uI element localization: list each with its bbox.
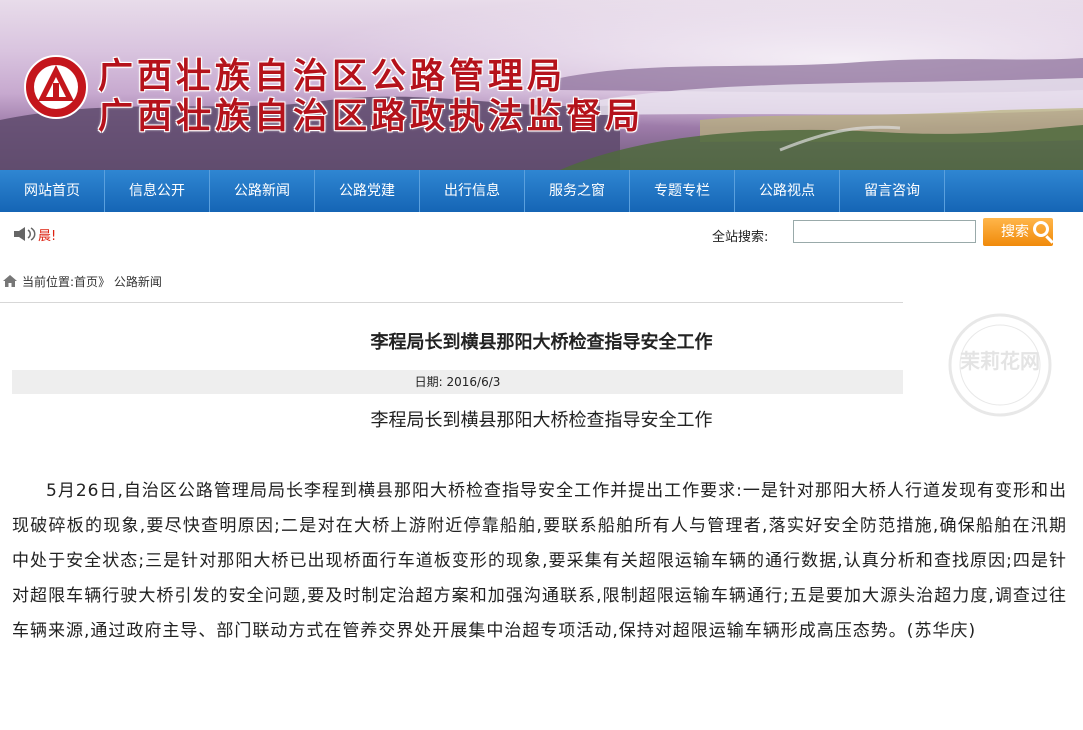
date-label: 日期: — [414, 375, 443, 389]
breadcrumb-prefix: 当前位置: — [22, 275, 75, 289]
search-label: 全站搜索: — [712, 230, 769, 245]
article-date-bar: 日期: 2016/6/3 — [12, 370, 903, 394]
breadcrumb-section-link[interactable]: 公路新闻 — [114, 275, 162, 289]
search-button-label: 搜索 — [1001, 224, 1029, 240]
toolbar: 晨! 全站搜索: 搜索 — [0, 212, 1083, 254]
breadcrumb-separator: 》 — [98, 275, 111, 289]
nav-item-party-building[interactable]: 公路党建 — [315, 170, 420, 212]
article-body: 5月26日,自治区公路管理局局长李程到横县那阳大桥检查指导安全工作并提出工作要求… — [12, 481, 1067, 641]
article-title: 李程局长到横县那阳大桥检查指导安全工作 — [370, 332, 713, 353]
nav-item-service-window[interactable]: 服务之窗 — [525, 170, 630, 212]
nav-item-special-topics[interactable]: 专题专栏 — [630, 170, 735, 212]
search-button[interactable]: 搜索 — [983, 218, 1053, 246]
nav-item-highway-viewpoint[interactable]: 公路视点 — [735, 170, 840, 212]
breadcrumb: 当前位置:首页》 公路新闻 — [0, 254, 1083, 302]
nav-item-home[interactable]: 网站首页 — [0, 170, 105, 212]
main-nav: 网站首页 信息公开 公路新闻 公路党建 出行信息 服务之窗 专题专栏 公路视点 … — [0, 170, 1083, 212]
breadcrumb-home-link[interactable]: 首页 — [74, 275, 98, 289]
nav-item-info-disclosure[interactable]: 信息公开 — [105, 170, 210, 212]
highway-emblem-icon — [24, 55, 88, 119]
header-banner: 广西壮族自治区公路管理局 广西壮族自治区路政执法监督局 — [0, 0, 1083, 170]
search-icon — [1033, 221, 1049, 237]
watermark-logo: 茉莉花网 — [948, 313, 1052, 417]
search-input[interactable] — [793, 220, 976, 243]
article-subtitle: 李程局长到横县那阳大桥检查指导安全工作 — [370, 410, 713, 431]
site-title-line2: 广西壮族自治区路政执法监督局 — [98, 96, 645, 137]
notice-text[interactable]: 晨! — [38, 225, 56, 244]
speaker-icon — [14, 227, 36, 241]
home-icon — [3, 275, 17, 287]
date-value: 2016/6/3 — [446, 375, 501, 389]
divider — [0, 302, 903, 303]
nav-item-highway-news[interactable]: 公路新闻 — [210, 170, 315, 212]
nav-item-travel-info[interactable]: 出行信息 — [420, 170, 525, 212]
nav-item-message-consult[interactable]: 留言咨询 — [840, 170, 945, 212]
